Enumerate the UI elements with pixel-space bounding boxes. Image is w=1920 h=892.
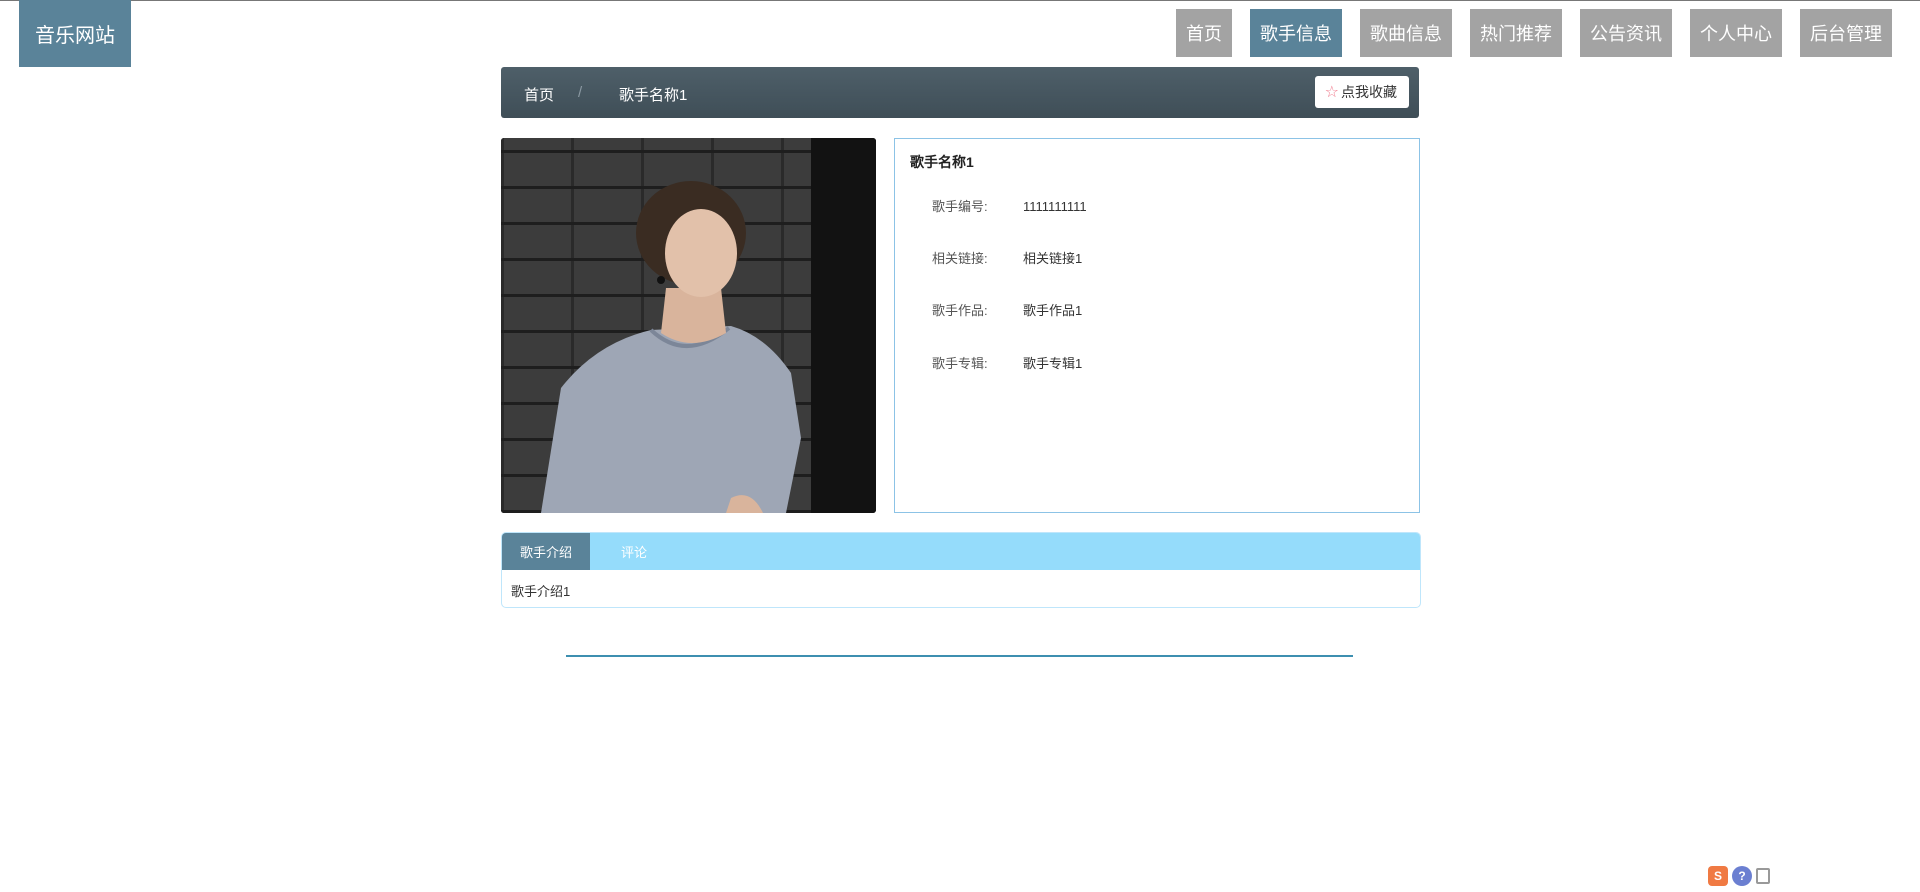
top-rule — [0, 0, 1920, 1]
info-row-works: 歌手作品: 歌手作品1 — [932, 300, 1082, 319]
nav-item-home[interactable]: 首页 — [1176, 9, 1232, 57]
info-label: 歌手编号: — [932, 199, 988, 214]
singer-photo — [501, 138, 876, 513]
info-value: 1111111111 — [1023, 199, 1087, 214]
info-label: 相关链接: — [932, 251, 988, 266]
site-logo[interactable]: 音乐网站 — [19, 0, 131, 67]
breadcrumb-home-link[interactable]: 首页 — [524, 84, 554, 105]
info-label: 歌手作品: — [932, 303, 988, 318]
breadcrumb-separator: / — [578, 84, 583, 101]
nav-item-songs[interactable]: 歌曲信息 — [1360, 9, 1452, 57]
info-value[interactable]: 相关链接1 — [1023, 251, 1082, 266]
help-icon[interactable]: ? — [1732, 866, 1752, 886]
bottom-right-tray: S ? — [1708, 866, 1770, 886]
info-row-id: 歌手编号: 1111111111 — [932, 196, 1087, 215]
info-value: 歌手作品1 — [1023, 303, 1083, 318]
fullscreen-icon[interactable] — [1756, 868, 1770, 884]
nav-item-singers[interactable]: 歌手信息 — [1250, 9, 1342, 57]
info-label: 歌手专辑: — [932, 356, 988, 371]
breadcrumb-current: 歌手名称1 — [619, 87, 688, 104]
star-icon: ☆ — [1324, 84, 1339, 101]
nav-item-profile[interactable]: 个人中心 — [1690, 9, 1782, 57]
singer-info-panel: 歌手名称1 歌手编号: 1111111111 相关链接: 相关链接1 歌手作品: 歌手… — [894, 138, 1420, 513]
favorite-button-label: 点我收藏 — [1341, 84, 1397, 100]
info-value: 歌手专辑1 — [1023, 356, 1083, 371]
detail-tabs: 歌手介绍 评论 歌手介绍1 — [501, 532, 1421, 608]
info-row-albums: 歌手专辑: 歌手专辑1 — [932, 353, 1082, 372]
singer-name-heading: 歌手名称1 — [910, 154, 974, 170]
tab-bar: 歌手介绍 评论 — [502, 533, 1420, 570]
tab-intro[interactable]: 歌手介绍 — [502, 533, 590, 570]
singer-figure — [541, 181, 801, 513]
favorite-button[interactable]: ☆ 点我收藏 — [1314, 76, 1409, 108]
sogou-s-icon[interactable]: S — [1708, 866, 1728, 886]
nav-item-news[interactable]: 公告资讯 — [1580, 9, 1672, 57]
tab-comments[interactable]: 评论 — [590, 533, 678, 570]
nav-item-recommend[interactable]: 热门推荐 — [1470, 9, 1562, 57]
tab-content: 歌手介绍1 — [511, 584, 571, 599]
info-row-link: 相关链接: 相关链接1 — [932, 248, 1082, 267]
breadcrumb: 首页 / 歌手名称1 ☆ 点我收藏 — [501, 67, 1419, 118]
main-nav: 首页 歌手信息 歌曲信息 热门推荐 公告资讯 个人中心 后台管理 — [1176, 9, 1892, 57]
section-divider — [566, 655, 1353, 657]
nav-item-admin[interactable]: 后台管理 — [1800, 9, 1892, 57]
